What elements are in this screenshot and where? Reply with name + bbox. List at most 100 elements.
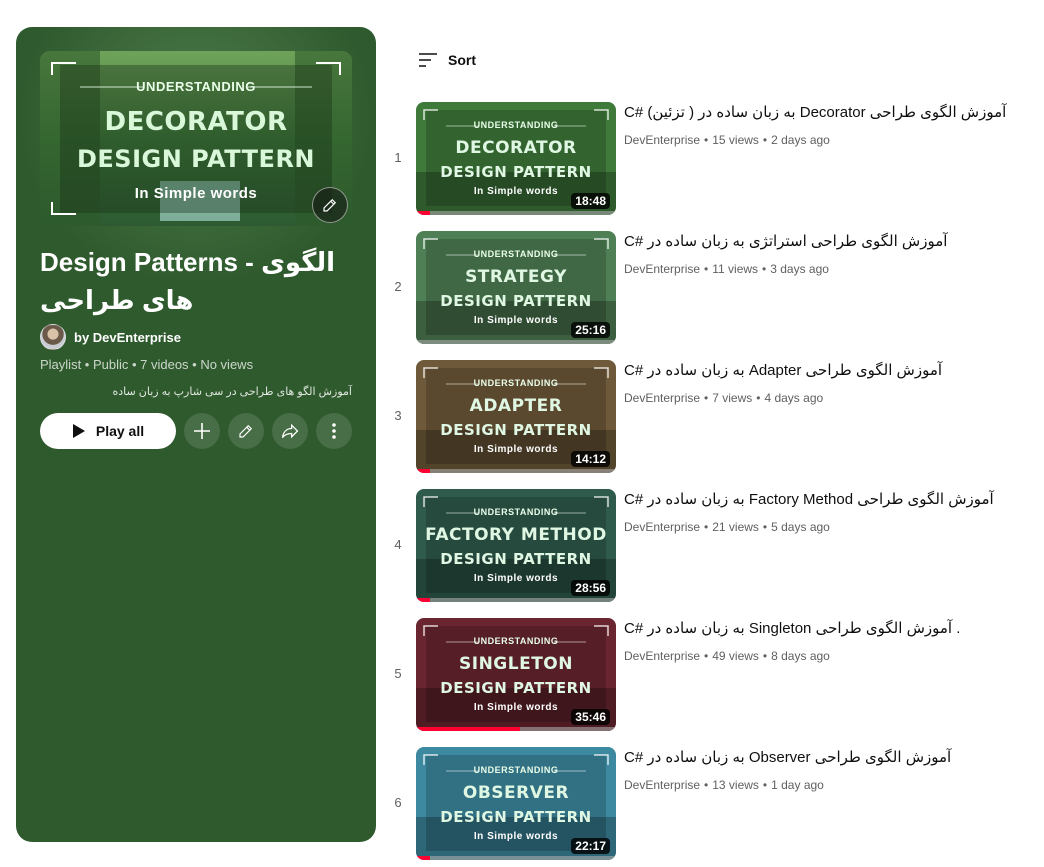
watch-progress-bar	[416, 598, 430, 602]
thumbnail-text-top: UNDERSTANDING	[473, 507, 559, 517]
video-thumbnail[interactable]: UNDERSTANDING OBSERVER DESIGN PATTERN In…	[416, 747, 616, 860]
playlist-description: آموزش الگو های طراحی در سی شارپ به زبان …	[112, 386, 352, 398]
meta-separator: •	[704, 778, 709, 792]
video-title[interactable]: C# به زبان ساده در Singleton آموزش الگوی…	[624, 618, 1024, 640]
meta-separator: •	[704, 391, 709, 405]
watch-progress-track	[416, 598, 616, 602]
playlist-title: Design Patterns - الگوی های طراحی	[40, 247, 335, 315]
watch-progress-track	[416, 340, 616, 344]
video-title[interactable]: C# به زبان ساده در Factory Method آموزش …	[624, 489, 1024, 511]
view-count: 49 views	[712, 649, 759, 663]
thumbnail-text-top: UNDERSTANDING	[473, 636, 559, 646]
video-duration: 18:48	[571, 193, 610, 209]
video-duration: 22:17	[571, 838, 610, 854]
playlist-video-row[interactable]: 4 UNDERSTANDING FACTORY METHOD DESIGN PA…	[390, 489, 1030, 602]
thumbnail-text-sub: DESIGN PATTERN	[440, 163, 592, 181]
thumbnail-text-sub: DESIGN PATTERN	[440, 808, 592, 826]
watch-progress-bar	[416, 469, 430, 473]
plus-icon	[194, 423, 210, 439]
owner-name[interactable]: by DevEnterprise	[74, 330, 181, 345]
video-meta: DevEnterprise • 13 views • 1 day ago	[624, 778, 824, 792]
video-meta: DevEnterprise • 15 views • 2 days ago	[624, 133, 830, 147]
video-title[interactable]: C# به زبان ساده در Adapter آموزش الگوی ط…	[624, 360, 1024, 382]
video-title[interactable]: C# به زبان ساده در Observer آموزش الگوی …	[624, 747, 1024, 769]
channel-name[interactable]: DevEnterprise	[624, 391, 700, 405]
video-index: 1	[394, 150, 402, 165]
video-thumbnail[interactable]: UNDERSTANDING ADAPTER DESIGN PATTERN In …	[416, 360, 616, 473]
video-thumbnail[interactable]: UNDERSTANDING FACTORY METHOD DESIGN PATT…	[416, 489, 616, 602]
playlist-header-panel: UNDERSTANDING DECORATOR DESIGN PATTERN I…	[16, 27, 376, 842]
video-duration: 14:12	[571, 451, 610, 467]
meta-separator: •	[762, 778, 768, 792]
video-title[interactable]: C# به زبان ساده در ( تزئین) Decorator آم…	[624, 102, 1024, 124]
thumbnail-text-sub: DESIGN PATTERN	[440, 679, 592, 697]
thumbnail-text-main: SINGLETON	[459, 654, 573, 674]
thumbnail-text-main: OBSERVER	[462, 783, 570, 803]
play-all-label: Play all	[95, 423, 145, 439]
playlist-owner[interactable]: by DevEnterprise	[40, 324, 181, 350]
hero-line-1: UNDERSTANDING	[136, 79, 256, 94]
thumbnail-text-main: STRATEGY	[465, 267, 567, 287]
playlist-video-row[interactable]: 3 UNDERSTANDING ADAPTER DESIGN PATTERN I…	[390, 360, 1030, 473]
play-icon	[72, 424, 85, 438]
meta-separator: •	[762, 133, 768, 147]
meta-separator: •	[704, 133, 709, 147]
view-count: 11 views	[712, 262, 759, 276]
thumbnail-text-top: UNDERSTANDING	[473, 249, 559, 259]
watch-progress-track	[416, 469, 616, 473]
thumbnail-text-main: FACTORY METHOD	[425, 525, 607, 545]
channel-name[interactable]: DevEnterprise	[624, 649, 700, 663]
meta-separator: •	[704, 520, 709, 534]
channel-name[interactable]: DevEnterprise	[624, 262, 700, 276]
playlist-video-row[interactable]: 1 UNDERSTANDING DECORATOR DESIGN PATTERN…	[390, 102, 1030, 215]
view-count: 7 views	[712, 391, 753, 405]
playlist-actions: Play all	[40, 413, 352, 449]
playlist-video-row[interactable]: 6 UNDERSTANDING OBSERVER DESIGN PATTERN …	[390, 747, 1030, 860]
video-index: 3	[394, 408, 402, 423]
video-index: 4	[394, 537, 402, 552]
thumbnail-text-top: UNDERSTANDING	[473, 120, 559, 130]
upload-age: 5 days ago	[771, 520, 830, 534]
thumbnail-text-sub: DESIGN PATTERN	[440, 550, 592, 568]
edit-thumbnail-button[interactable]	[312, 187, 348, 223]
save-to-library-button[interactable]	[184, 413, 220, 449]
channel-name[interactable]: DevEnterprise	[624, 778, 700, 792]
thumbnail-text-sub: DESIGN PATTERN	[440, 421, 592, 439]
video-duration: 25:16	[571, 322, 610, 338]
video-title[interactable]: C# آموزش الگوی طراحی استراتژی به زبان سا…	[624, 231, 1024, 253]
view-count: 15 views	[712, 133, 759, 147]
meta-separator: •	[756, 391, 761, 405]
sort-button[interactable]: Sort	[418, 52, 476, 68]
watch-progress-track	[416, 211, 616, 215]
video-thumbnail[interactable]: UNDERSTANDING DECORATOR DESIGN PATTERN I…	[416, 102, 616, 215]
more-actions-button[interactable]	[316, 413, 352, 449]
thumbnail-text-main: DECORATOR	[455, 138, 577, 158]
edit-playlist-button[interactable]	[228, 413, 264, 449]
share-icon	[281, 423, 299, 439]
video-thumbnail[interactable]: UNDERSTANDING SINGLETON DESIGN PATTERN I…	[416, 618, 616, 731]
thumbnail-text-top: UNDERSTANDING	[473, 378, 559, 388]
avatar[interactable]	[40, 324, 66, 350]
upload-age: 2 days ago	[771, 133, 830, 147]
video-index: 6	[394, 795, 402, 810]
upload-age: 8 days ago	[771, 649, 830, 663]
sort-lines-icon	[419, 53, 437, 67]
pencil-icon	[239, 424, 253, 438]
share-button[interactable]	[272, 413, 308, 449]
channel-name[interactable]: DevEnterprise	[624, 520, 700, 534]
pencil-icon	[323, 198, 337, 212]
view-count: 13 views	[712, 778, 759, 792]
playlist-video-row[interactable]: 5 UNDERSTANDING SINGLETON DESIGN PATTERN…	[390, 618, 1030, 731]
thumbnail-text-sub: DESIGN PATTERN	[440, 292, 592, 310]
channel-name[interactable]: DevEnterprise	[624, 133, 700, 147]
video-meta: DevEnterprise • 21 views • 5 days ago	[624, 520, 830, 534]
video-duration: 35:46	[571, 709, 610, 725]
video-thumbnail[interactable]: UNDERSTANDING STRATEGY DESIGN PATTERN In…	[416, 231, 616, 344]
playlist-thumbnail[interactable]: UNDERSTANDING DECORATOR DESIGN PATTERN I…	[40, 51, 352, 226]
playlist-video-row[interactable]: 2 UNDERSTANDING STRATEGY DESIGN PATTERN …	[390, 231, 1030, 344]
playlist-meta: Playlist • Public • 7 videos • No views	[40, 357, 254, 372]
video-index: 2	[394, 279, 402, 294]
play-all-button[interactable]: Play all	[40, 413, 176, 449]
video-meta: DevEnterprise • 7 views • 4 days ago	[624, 391, 823, 405]
watch-progress-bar	[416, 856, 430, 860]
